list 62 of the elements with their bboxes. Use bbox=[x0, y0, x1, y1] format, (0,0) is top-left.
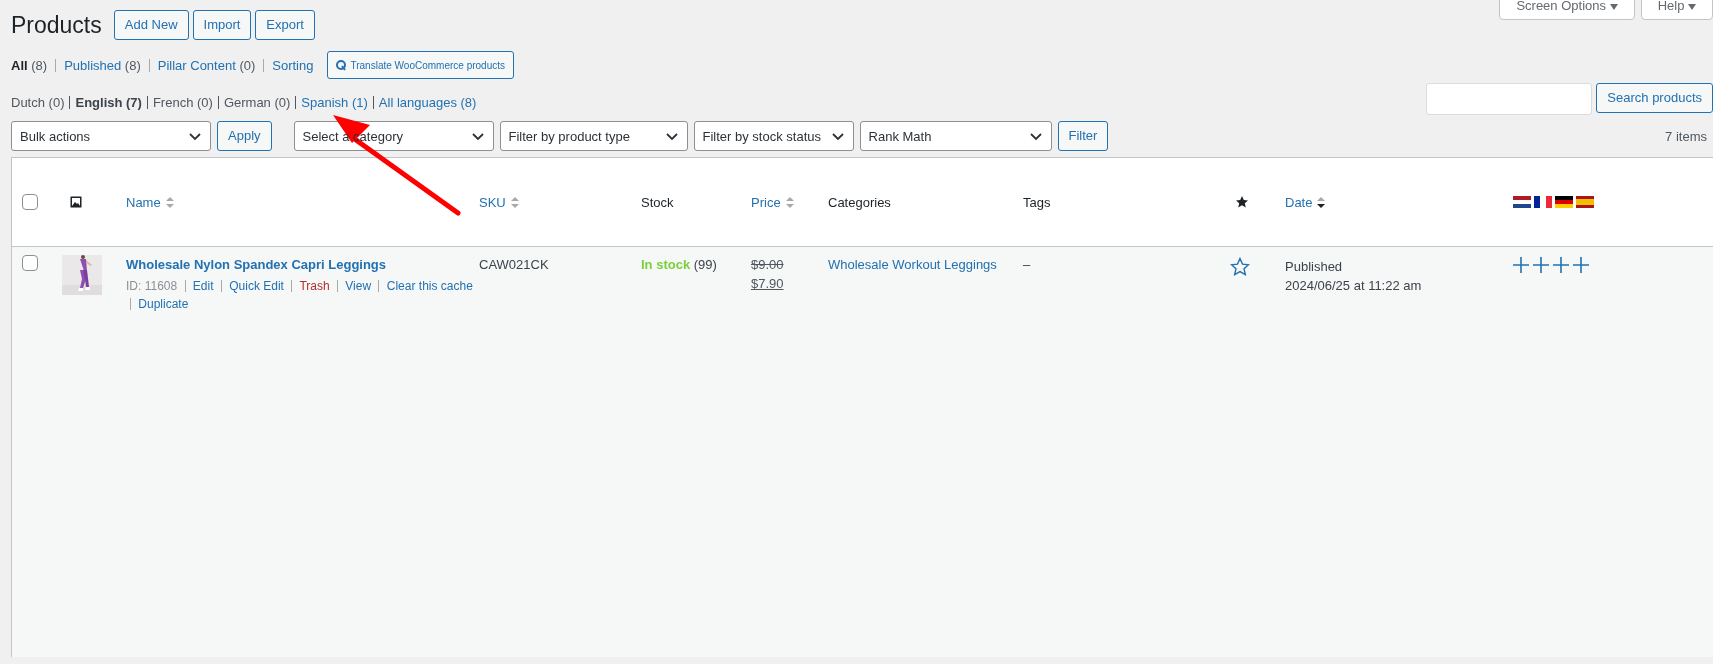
caret-icon bbox=[1688, 3, 1696, 10]
product-id: ID: 11608 bbox=[126, 279, 178, 293]
image-icon bbox=[70, 196, 82, 208]
category-link[interactable]: Wholesale Workout Leggings bbox=[828, 257, 997, 272]
page-title: Products bbox=[11, 11, 102, 39]
filter-button[interactable]: Apply bbox=[217, 121, 272, 151]
column-header: Tags bbox=[1023, 194, 1051, 210]
screen-tab[interactable]: Screen Options bbox=[1499, 0, 1635, 20]
row-action-link[interactable]: Duplicate bbox=[138, 297, 189, 311]
sort-link[interactable]: SKU bbox=[479, 194, 506, 210]
flag-icon bbox=[1513, 196, 1531, 208]
title-button[interactable]: Add New bbox=[113, 10, 189, 40]
old-price: $9.00 bbox=[751, 257, 784, 272]
caret-icon bbox=[1609, 3, 1618, 10]
flag-icon bbox=[1576, 196, 1594, 208]
post-status: Published bbox=[1285, 258, 1344, 276]
language-link[interactable]: Spanish (1) bbox=[301, 94, 368, 110]
language-link[interactable]: All languages (8) bbox=[378, 94, 477, 110]
row-action-link[interactable]: View bbox=[345, 279, 372, 293]
sort-link[interactable]: Name bbox=[126, 194, 161, 210]
tags-text: – bbox=[1023, 257, 1031, 272]
dropdown[interactable]: Bulk actions bbox=[11, 121, 211, 151]
title-button[interactable]: Import bbox=[192, 10, 252, 40]
row-action-link[interactable]: Edit bbox=[192, 279, 214, 293]
add-icon[interactable] bbox=[1533, 257, 1549, 273]
status-filter-link[interactable]: Pillar Content (0) bbox=[157, 57, 256, 73]
stock-count: (99) bbox=[693, 257, 717, 272]
dropdown[interactable]: Rank Math bbox=[859, 121, 1052, 151]
dropdown[interactable]: Filter by product type bbox=[499, 121, 688, 151]
screen-tab[interactable]: Help bbox=[1640, 0, 1713, 20]
sort-link[interactable]: Price bbox=[751, 194, 781, 210]
status-filter-link[interactable]: Sorting bbox=[272, 57, 314, 73]
column-header: Stock bbox=[641, 194, 674, 210]
column-header: Categories bbox=[828, 194, 891, 210]
flag-icon bbox=[1534, 196, 1552, 208]
add-icon[interactable] bbox=[1513, 257, 1529, 273]
star-icon[interactable] bbox=[1230, 257, 1250, 277]
sale-price: $7.90 bbox=[751, 276, 784, 291]
filter-button[interactable]: Filter bbox=[1057, 121, 1109, 151]
row-action-link[interactable]: Clear this cache bbox=[386, 279, 473, 293]
title-button[interactable]: Export bbox=[255, 10, 315, 40]
add-icon[interactable] bbox=[1553, 257, 1569, 273]
search-field[interactable] bbox=[1426, 83, 1593, 115]
flag-icon bbox=[1555, 196, 1573, 208]
row-action-link[interactable]: Quick Edit bbox=[229, 279, 284, 293]
star-icon bbox=[1236, 196, 1248, 208]
product-name-link[interactable]: Wholesale Nylon Spandex Capri Leggings bbox=[126, 257, 479, 272]
status-filter-link[interactable]: Published (8) bbox=[64, 57, 141, 73]
dropdown[interactable]: Filter by stock status bbox=[693, 121, 854, 151]
add-icon[interactable] bbox=[1573, 257, 1589, 273]
item-count: 7 items bbox=[1665, 128, 1707, 144]
search-button[interactable]: Search products bbox=[1596, 83, 1713, 113]
sku-text: CAW021CK bbox=[479, 257, 549, 272]
sort-link[interactable]: Date bbox=[1285, 194, 1313, 210]
status-filter-link[interactable]: All (8) bbox=[11, 57, 48, 73]
post-date: 2024/06/25 at 11:22 am bbox=[1285, 277, 1423, 295]
language-link[interactable]: English (7) bbox=[75, 94, 142, 110]
checkbox[interactable] bbox=[22, 255, 38, 271]
row-action-link[interactable]: Trash bbox=[299, 279, 330, 293]
stock-status: In stock bbox=[641, 257, 691, 272]
translate-button[interactable]: Translate WooCommerce products bbox=[327, 51, 514, 79]
checkbox[interactable] bbox=[22, 194, 38, 210]
